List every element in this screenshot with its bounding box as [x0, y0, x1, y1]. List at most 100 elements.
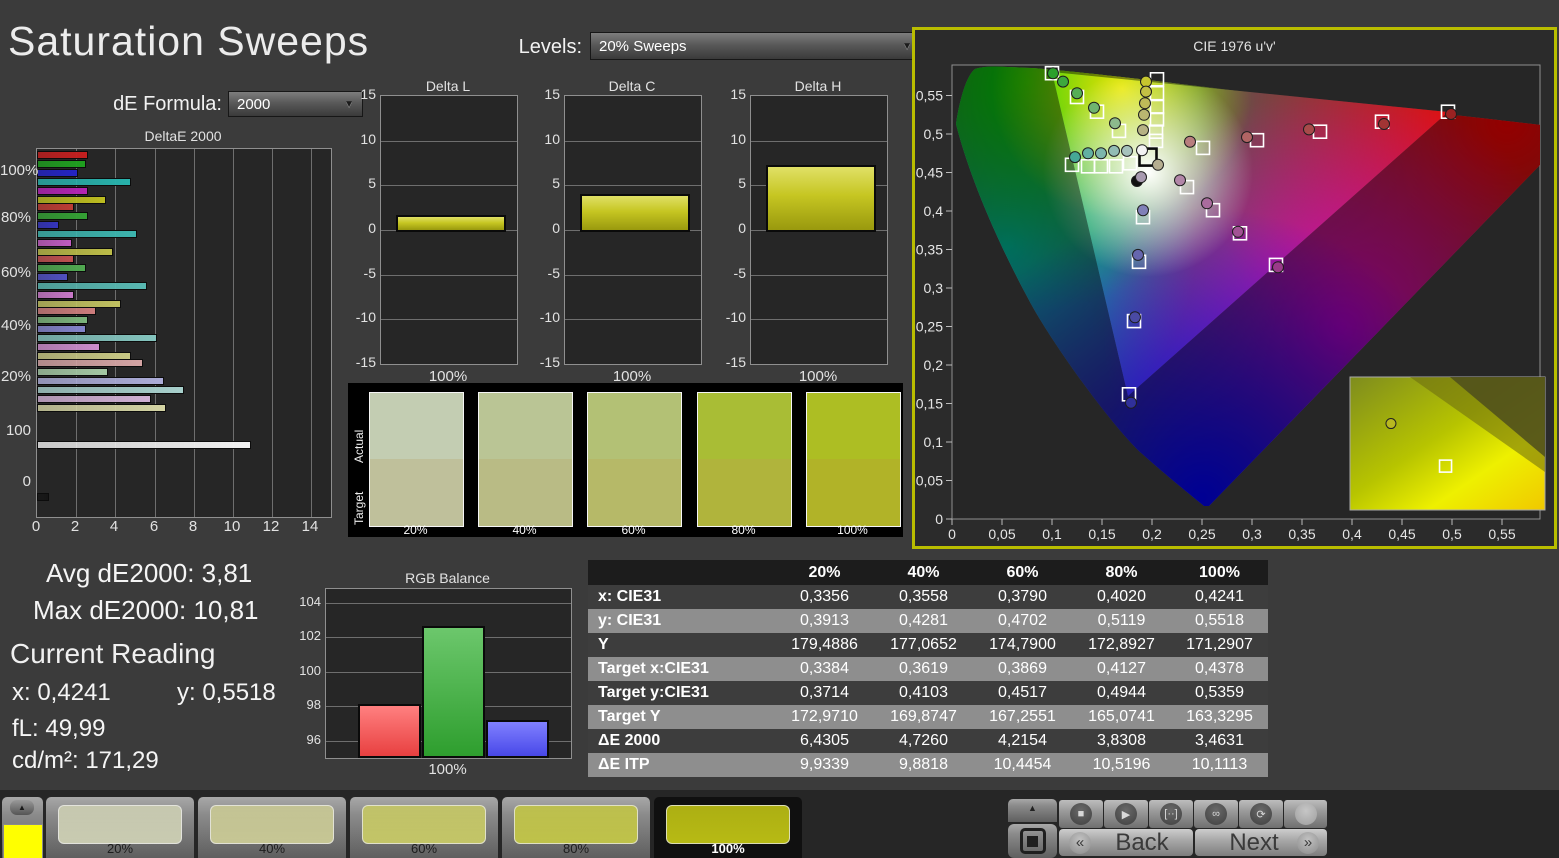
table-cell: 10,1113 [1171, 753, 1268, 777]
delta-value-bar [579, 194, 691, 232]
mini-y-tick: 5 [368, 175, 376, 191]
deltae-x-tick: 12 [262, 518, 280, 535]
mini-y-tick: 0 [552, 220, 560, 236]
transport-loop-button[interactable]: ⟳ [1239, 800, 1283, 828]
pattern-tile-40[interactable]: 40% [198, 797, 346, 858]
pattern-tile-label: 100% [711, 841, 745, 856]
pattern-up-cell: ▲ [2, 797, 43, 858]
pattern-tile-80[interactable]: 80% [502, 797, 650, 858]
mini-y-tick: -15 [539, 354, 560, 370]
pattern-window-icon [1019, 828, 1046, 854]
table-row-label: Target y:CIE31 [588, 681, 775, 705]
cie-x-tick: 0,25 [1188, 526, 1215, 542]
levels-dropdown[interactable]: 20% Sweeps ▼ [590, 32, 921, 60]
deltae-category-label: 40% [0, 317, 31, 334]
deltae-bar [37, 368, 108, 376]
pattern-tile-60[interactable]: 60% [350, 797, 498, 858]
table-cell: 9,9339 [775, 753, 874, 777]
mini-chart-delta-l [380, 95, 518, 365]
mini-gridline [565, 185, 701, 187]
back-button[interactable]: « Back [1059, 829, 1193, 856]
cie-measurement-circle [1071, 87, 1083, 100]
pattern-tile-20[interactable]: 20% [46, 797, 194, 858]
rgb-y-tick: 104 [299, 594, 321, 609]
pattern-tile-label: 40% [258, 841, 286, 856]
cie-y-tick: 0,3 [924, 280, 944, 296]
cie-measurement-circle [1069, 151, 1081, 164]
transport-up-button[interactable]: ▲ [1008, 799, 1057, 822]
infinite-icon: ∞ [1205, 803, 1227, 825]
mini-gridline [381, 274, 517, 276]
transport-stop-button[interactable]: ■ [1059, 800, 1103, 828]
deltae-x-tick: 0 [31, 518, 41, 535]
cie-chromaticity-chart: 0 0,05 0,1 0,15 0,2 0,25 0,3 0,35 0,4 0,45 0,5 0,55… [916, 64, 1546, 542]
patch-level-label: 60% [621, 523, 646, 537]
table-row-label: Target Y [588, 705, 775, 729]
deltae-bar [37, 395, 151, 403]
app-window: Saturation Sweeps dE Formula: 2000 ▼ Lev… [0, 0, 1559, 858]
table-cell: 0,4241 [1171, 585, 1268, 609]
deltae-bar [37, 386, 185, 394]
up-arrow-icon: ▲ [1028, 803, 1037, 813]
mini-y-tick: 10 [360, 131, 376, 147]
table-cell: 0,5119 [1072, 609, 1171, 633]
deltae-x-tick: 14 [301, 518, 319, 535]
patch-target [370, 459, 463, 526]
cie-x-tick: 0,3 [1242, 526, 1262, 542]
stop-icon: ■ [1070, 803, 1092, 825]
mini-y-tick: 15 [544, 86, 560, 102]
table-cell: 0,3619 [874, 657, 973, 681]
deltae-category-label: 100% [0, 162, 39, 179]
table-row: Target Y 172,9710 169,8747 167,2551 165,0741… [588, 705, 1268, 729]
cie-x-tick: 0,5 [1442, 526, 1462, 542]
cie-measurement-circle [1174, 174, 1186, 187]
pattern-tile-100[interactable]: 100% [654, 797, 802, 858]
pattern-up-button[interactable]: ▲ [10, 800, 34, 815]
transport-play-button[interactable]: ▶ [1104, 800, 1148, 828]
table-cell: 0,5518 [1171, 609, 1268, 633]
cie-measurement-circle [1137, 204, 1149, 217]
reading-y: y: 0,5518 [177, 679, 276, 706]
patch-actual [807, 393, 900, 459]
pattern-tile-swatch [210, 805, 334, 844]
delta-value-bar [765, 165, 877, 232]
deltae-x-tick: 8 [188, 518, 198, 535]
deltae-bar [37, 169, 79, 177]
deltae-bar [37, 151, 88, 159]
pattern-tile-swatch [514, 805, 638, 844]
avg-de2000: Avg dE2000: 3,81 [46, 558, 253, 588]
mini-y-tick: -10 [355, 309, 376, 325]
transport-infinite-button[interactable]: ∞ [1194, 800, 1238, 828]
transport-step-button[interactable]: [··] [1149, 800, 1193, 828]
table-cell: 0,3714 [775, 681, 874, 705]
transport-blank-button[interactable] [1284, 800, 1327, 828]
table-cell: 0,3558 [874, 585, 973, 609]
table-cell: 165,0741 [1072, 705, 1171, 729]
deltae-bar-group [37, 441, 331, 450]
loop-icon: ⟳ [1250, 803, 1272, 825]
pattern-window-button[interactable] [1008, 824, 1057, 858]
table-cell: 6,4305 [775, 729, 874, 753]
reading-cdm2: cd/m²: 171,29 [12, 747, 159, 774]
cie-measurement-circle [1057, 75, 1069, 88]
next-button[interactable]: Next » [1195, 829, 1327, 856]
mini-chart-delta-c [564, 95, 702, 365]
mini-gridline [751, 319, 887, 321]
target-row-label: Target [352, 491, 366, 525]
deltae-bar [37, 187, 88, 195]
patch-target [807, 459, 900, 526]
cie-measurement-circle [1232, 225, 1244, 238]
table-cell: 172,8927 [1072, 633, 1171, 657]
delta-value-bar [395, 215, 507, 232]
table-cell: 0,4702 [973, 609, 1072, 633]
patch-actual [479, 393, 572, 459]
cie-measurement-circle [1109, 117, 1121, 130]
mini-chart-title: Delta C [608, 78, 656, 94]
reading-x: x: 0,4241 [12, 679, 111, 706]
table-cell: 0,4378 [1171, 657, 1268, 681]
mini-gridline [751, 274, 887, 276]
mini-gridline [381, 319, 517, 321]
table-header-cell: 60% [973, 560, 1072, 585]
de-formula-dropdown[interactable]: 2000 ▼ [228, 91, 363, 117]
patch-target [479, 459, 572, 526]
